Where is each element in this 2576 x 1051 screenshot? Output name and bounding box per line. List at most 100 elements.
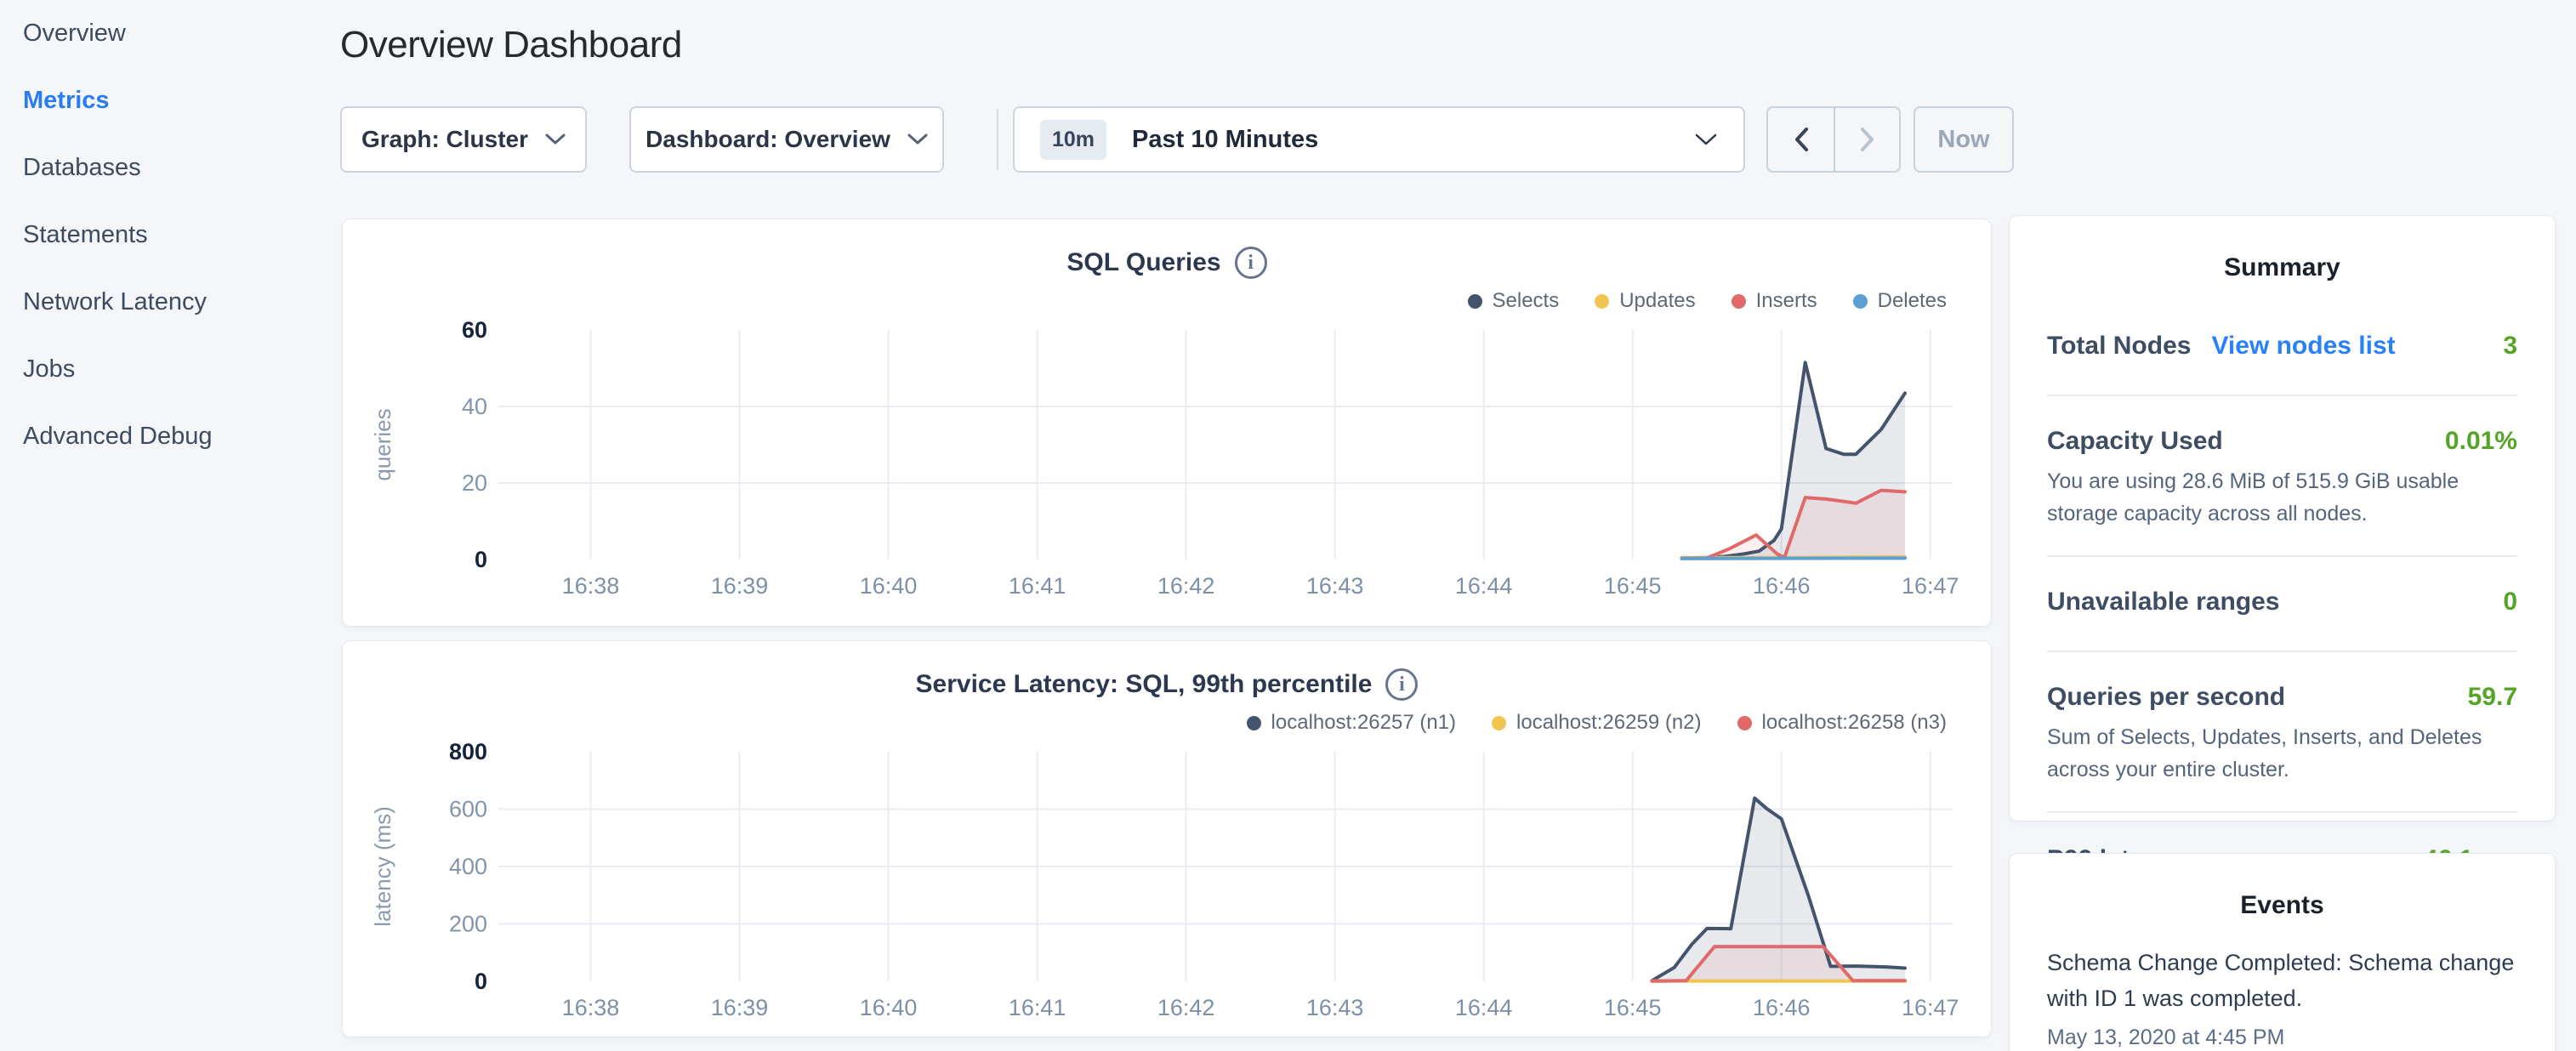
svg-text:latency (ms): latency (ms) <box>370 806 395 927</box>
events-panel: Events Schema Change Completed: Schema c… <box>2009 853 2556 1051</box>
svg-text:400: 400 <box>449 854 487 879</box>
next-time-button[interactable] <box>1834 108 1899 171</box>
svg-text:16:38: 16:38 <box>562 995 620 1020</box>
svg-text:16:44: 16:44 <box>1455 573 1513 599</box>
svg-text:16:43: 16:43 <box>1306 573 1364 599</box>
legend-item: localhost:26257 (n1) <box>1247 711 1456 735</box>
sql-queries-plot[interactable]: 16:38 16:39 16:40 16:41 16:42 16:43 16:44 16:45… <box>343 313 1993 606</box>
chart-title: Service Latency: SQL, 99th percentile i <box>343 668 1991 701</box>
svg-text:0: 0 <box>475 969 487 994</box>
legend-label: Selects <box>1493 289 1560 313</box>
capacity-used-description: You are using 28.6 MiB of 515.9 GiB usab… <box>2047 466 2517 530</box>
svg-text:16:38: 16:38 <box>562 573 620 599</box>
legend-item: localhost:26259 (n2) <box>1492 711 1701 735</box>
service-latency-card: Service Latency: SQL, 99th percentile i … <box>342 640 1992 1037</box>
legend-item: Updates <box>1595 289 1695 313</box>
chevron-left-icon <box>1793 127 1810 152</box>
sql-queries-card: SQL Queries i SelectsUpdatesInsertsDelet… <box>342 219 1992 627</box>
legend-dot-icon <box>1737 716 1752 730</box>
sidebar-item-statements[interactable]: Statements <box>0 202 340 269</box>
graph-dropdown[interactable]: Graph: Cluster <box>340 106 587 173</box>
dashboard-dropdown[interactable]: Dashboard: Overview <box>629 106 944 173</box>
legend-label: localhost:26259 (n2) <box>1516 711 1701 735</box>
prev-time-button[interactable] <box>1768 108 1834 171</box>
sidebar-item-overview[interactable]: Overview <box>0 0 340 67</box>
service-latency-plot[interactable]: 16:3816:3916:4016:4116:4216:4316:4416:45… <box>343 735 1993 1028</box>
divider <box>2047 395 2517 396</box>
unavailable-ranges-value: 0 <box>2503 588 2517 616</box>
svg-text:16:39: 16:39 <box>711 573 769 599</box>
time-window-label: Past 10 Minutes <box>1132 126 1669 154</box>
divider <box>2047 650 2517 652</box>
summary-body: Total Nodes View nodes list 3 Capacity U… <box>2010 332 2555 874</box>
legend-dot-icon <box>1853 294 1868 309</box>
page-title: Overview Dashboard <box>340 24 682 66</box>
now-button[interactable]: Now <box>1914 106 2014 173</box>
summary-row-total-nodes: Total Nodes View nodes list 3 <box>2047 332 2517 361</box>
svg-text:20: 20 <box>462 470 487 496</box>
svg-text:16:46: 16:46 <box>1753 995 1811 1020</box>
svg-text:0: 0 <box>475 547 487 572</box>
info-icon[interactable]: i <box>1235 247 1267 279</box>
time-pager <box>1766 106 1901 173</box>
legend-dot-icon <box>1595 294 1609 309</box>
summary-panel: Summary Total Nodes View nodes list 3 Ca… <box>2009 215 2556 821</box>
qps-description: Sum of Selects, Updates, Inserts, and De… <box>2047 722 2517 786</box>
svg-text:16:41: 16:41 <box>1009 995 1066 1020</box>
svg-text:16:46: 16:46 <box>1753 573 1811 599</box>
sidebar-item-advanced-debug[interactable]: Advanced Debug <box>0 403 340 470</box>
divider <box>2047 811 2517 813</box>
sidebar-item-jobs[interactable]: Jobs <box>0 336 340 403</box>
graph-dropdown-label: Graph: Cluster <box>361 126 528 153</box>
sidebar-item-databases[interactable]: Databases <box>0 134 340 202</box>
view-nodes-list-link[interactable]: View nodes list <box>2211 332 2395 361</box>
capacity-used-label: Capacity Used <box>2047 427 2223 456</box>
svg-text:16:44: 16:44 <box>1455 995 1513 1020</box>
summary-row-qps: Queries per second 59.7 <box>2047 683 2517 712</box>
divider <box>2047 555 2517 557</box>
event-timestamp: May 13, 2020 at 4:45 PM <box>2047 1025 2517 1050</box>
svg-text:40: 40 <box>462 394 487 419</box>
svg-text:16:40: 16:40 <box>860 573 918 599</box>
svg-text:16:42: 16:42 <box>1157 573 1215 599</box>
svg-text:600: 600 <box>449 797 487 822</box>
total-nodes-value: 3 <box>2503 332 2517 361</box>
event-text: Schema Change Completed: Schema change w… <box>2047 946 2517 1017</box>
svg-text:16:43: 16:43 <box>1306 995 1364 1020</box>
svg-text:200: 200 <box>449 912 487 937</box>
events-title: Events <box>2010 854 2555 920</box>
svg-text:16:40: 16:40 <box>860 995 918 1020</box>
chevron-down-icon <box>1694 133 1718 146</box>
controls-divider <box>997 109 998 170</box>
legend-dot-icon <box>1732 294 1746 309</box>
qps-value: 59.7 <box>2468 683 2517 712</box>
legend-item: Inserts <box>1732 289 1817 313</box>
svg-text:800: 800 <box>449 739 487 764</box>
svg-text:16:45: 16:45 <box>1604 573 1662 599</box>
sidebar: Overview Metrics Databases Statements Ne… <box>0 0 340 1051</box>
legend-label: Updates <box>1619 289 1695 313</box>
legend-label: Inserts <box>1756 289 1817 313</box>
summary-row-capacity: Capacity Used 0.01% <box>2047 427 2517 456</box>
service-latency-legend: localhost:26257 (n1) localhost:26259 (n2)… <box>1247 711 1947 735</box>
capacity-used-value: 0.01% <box>2445 427 2517 456</box>
info-icon[interactable]: i <box>1385 668 1418 701</box>
dashboard-dropdown-label: Dashboard: Overview <box>645 126 890 153</box>
legend-label: localhost:26257 (n1) <box>1271 711 1456 735</box>
time-window-selector[interactable]: 10m Past 10 Minutes <box>1013 106 1745 173</box>
unavailable-ranges-label: Unavailable ranges <box>2047 588 2279 616</box>
event-item[interactable]: Schema Change Completed: Schema change w… <box>2047 946 2517 1050</box>
summary-row-unavailable-ranges: Unavailable ranges 0 <box>2047 588 2517 616</box>
legend-dot-icon <box>1492 716 1506 730</box>
legend-label: Deletes <box>1878 289 1947 313</box>
svg-text:16:42: 16:42 <box>1157 995 1215 1020</box>
svg-text:queries: queries <box>370 408 395 480</box>
legend-dot-icon <box>1468 294 1482 309</box>
summary-title: Summary <box>2010 216 2555 282</box>
sidebar-item-network-latency[interactable]: Network Latency <box>0 269 340 336</box>
legend-label: localhost:26258 (n3) <box>1762 711 1947 735</box>
svg-text:16:41: 16:41 <box>1009 573 1066 599</box>
svg-text:16:47: 16:47 <box>1902 995 1959 1020</box>
svg-text:16:39: 16:39 <box>711 995 769 1020</box>
sidebar-item-metrics[interactable]: Metrics <box>0 67 340 134</box>
